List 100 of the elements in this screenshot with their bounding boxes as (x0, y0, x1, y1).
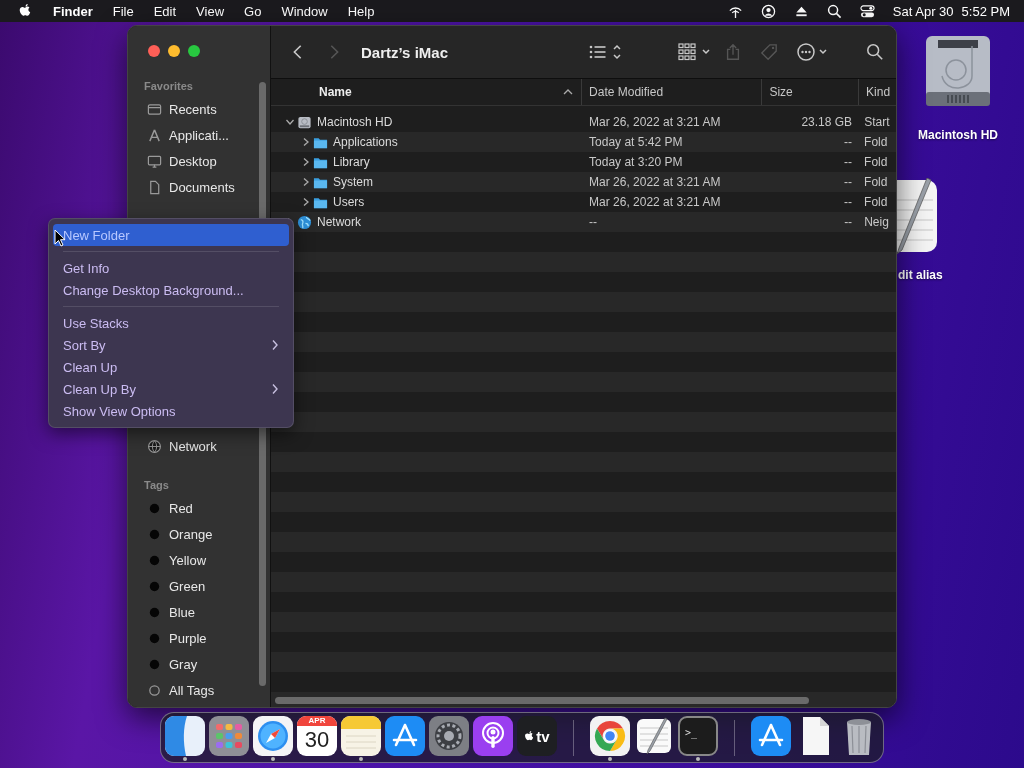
kind-cell: Fold (864, 195, 888, 209)
calendar-month: APR (297, 716, 337, 726)
file-name[interactable]: Network (317, 215, 361, 229)
menu-item[interactable]: Change Desktop Background... (53, 279, 289, 301)
sidebar-item[interactable]: All Tags (138, 677, 246, 703)
menu-item[interactable]: Clean Up By (53, 378, 289, 400)
size-cell: -- (844, 135, 853, 149)
time-text[interactable]: 5:52 PM (961, 3, 1010, 19)
column-header[interactable]: Size (762, 79, 860, 105)
app-grid-icon[interactable] (209, 716, 249, 756)
list-view-icon (588, 42, 624, 62)
file-name[interactable]: System (333, 175, 373, 189)
size-cell: 23.18 GB (801, 115, 853, 129)
date-cell: Today at 5:42 PM (589, 135, 683, 149)
disclosure-chevron-icon[interactable] (301, 197, 311, 207)
podcast-icon[interactable] (473, 716, 513, 756)
terminal-icon[interactable]: >_ (678, 716, 718, 756)
column-header[interactable]: Name (271, 79, 583, 105)
toggles-icon[interactable] (859, 3, 875, 19)
menu-item[interactable]: New Folder (53, 224, 289, 246)
sidebar-item[interactable]: Purple (138, 625, 246, 651)
menu-item[interactable]: View (196, 3, 225, 19)
window-title: Dartz’s iMac (361, 43, 448, 61)
sidebar-item[interactable]: Yellow (138, 547, 246, 573)
size-cell: -- (844, 155, 853, 169)
scroll-bar[interactable] (275, 697, 809, 704)
sidebar-item[interactable]: Documents (138, 174, 246, 200)
tray-icon (147, 101, 162, 117)
a-shape-icon (147, 127, 162, 143)
compass-icon[interactable] (253, 716, 293, 756)
cursor-icon (54, 229, 66, 247)
two-tone-tile-icon[interactable] (165, 716, 205, 756)
apple-icon (524, 729, 536, 743)
menu-item[interactable]: Show View Options (53, 400, 289, 422)
date-text[interactable]: Sat Apr 30 (892, 3, 954, 19)
kind-cell: Start (864, 115, 890, 129)
menu-item[interactable]: Use Stacks (53, 312, 289, 334)
notepad-icon[interactable] (341, 716, 381, 756)
icon-label[interactable]: Macintosh HD (918, 128, 998, 142)
sidebar-item[interactable]: Blue (138, 599, 246, 625)
apple-icon[interactable] (18, 3, 33, 19)
file-name[interactable]: Library (333, 155, 370, 169)
menu-item[interactable]: Go (244, 3, 262, 19)
menu-item[interactable]: Help (347, 3, 375, 19)
menu-item[interactable]: Window (281, 3, 328, 19)
section-heading: Tags (143, 478, 169, 493)
sidebar-item[interactable]: Red (138, 495, 246, 521)
globe-icon (297, 214, 312, 230)
menu-item[interactable]: File (112, 3, 134, 19)
close-button[interactable] (148, 45, 160, 57)
column-header[interactable]: Date Modified (582, 79, 763, 105)
sidebar-item[interactable]: Gray (138, 651, 246, 677)
section-heading: Favorites (143, 79, 193, 94)
tag-circle-icon (147, 682, 162, 698)
toolbar-button[interactable] (588, 42, 624, 62)
sidebar-item[interactable]: Orange (138, 521, 246, 547)
a-shape-icon[interactable] (385, 716, 425, 756)
sidebar-item[interactable]: Desktop (138, 148, 246, 174)
gear-icon[interactable] (429, 716, 469, 756)
menu-item[interactable]: Get Info (53, 257, 289, 279)
user-circle-icon[interactable] (760, 3, 776, 19)
a-shape-icon[interactable] (751, 716, 791, 756)
menu-item[interactable]: Clean Up (53, 356, 289, 378)
paper-pen-icon[interactable] (634, 716, 674, 756)
disclosure-chevron-icon[interactable] (285, 117, 295, 127)
sidebar-item[interactable]: Network (138, 433, 246, 459)
sidebar-item[interactable]: Applicati... (138, 122, 246, 148)
tv-app-icon[interactable]: tv (517, 716, 557, 756)
monitor-icon (147, 153, 162, 169)
sidebar-item[interactable]: Green (138, 573, 246, 599)
disclosure-chevron-icon[interactable] (301, 137, 311, 147)
menu-item[interactable]: Edit (153, 3, 177, 19)
disclosure-chevron-icon[interactable] (301, 157, 311, 167)
icon-label[interactable]: dit alias (898, 268, 943, 282)
date-cell: Mar 26, 2022 at 3:21 AM (589, 195, 721, 209)
submenu-chevron-icon (271, 383, 279, 395)
app-menu[interactable]: Finder (53, 3, 93, 19)
tv-label: tv (536, 727, 550, 745)
date-cell: Mar 26, 2022 at 3:21 AM (589, 115, 721, 129)
column-header[interactable]: Kind (859, 79, 896, 105)
prompt-label: >_ (685, 727, 698, 738)
globe-icon (147, 438, 162, 454)
document-icon (147, 179, 162, 195)
sidebar-item[interactable]: Recents (138, 96, 246, 122)
file-name[interactable]: Applications (333, 135, 398, 149)
disclosure-chevron-icon[interactable] (301, 177, 311, 187)
calendar-icon[interactable]: APR 30 (297, 716, 337, 756)
size-cell: -- (844, 175, 853, 189)
kind-cell: Fold (864, 135, 888, 149)
search-button[interactable] (866, 43, 884, 61)
zoom-button[interactable] (188, 45, 200, 57)
menu-item[interactable]: Sort By (53, 334, 289, 356)
file-name[interactable]: Users (333, 195, 365, 209)
date-cell: -- (589, 215, 597, 229)
search-icon[interactable] (826, 3, 842, 19)
minimize-button[interactable] (168, 45, 180, 57)
date-cell: Mar 26, 2022 at 3:21 AM (589, 175, 721, 189)
paper-pen-icon[interactable] (897, 178, 937, 254)
file-name[interactable]: Macintosh HD (317, 115, 393, 129)
search-icon (866, 43, 884, 61)
